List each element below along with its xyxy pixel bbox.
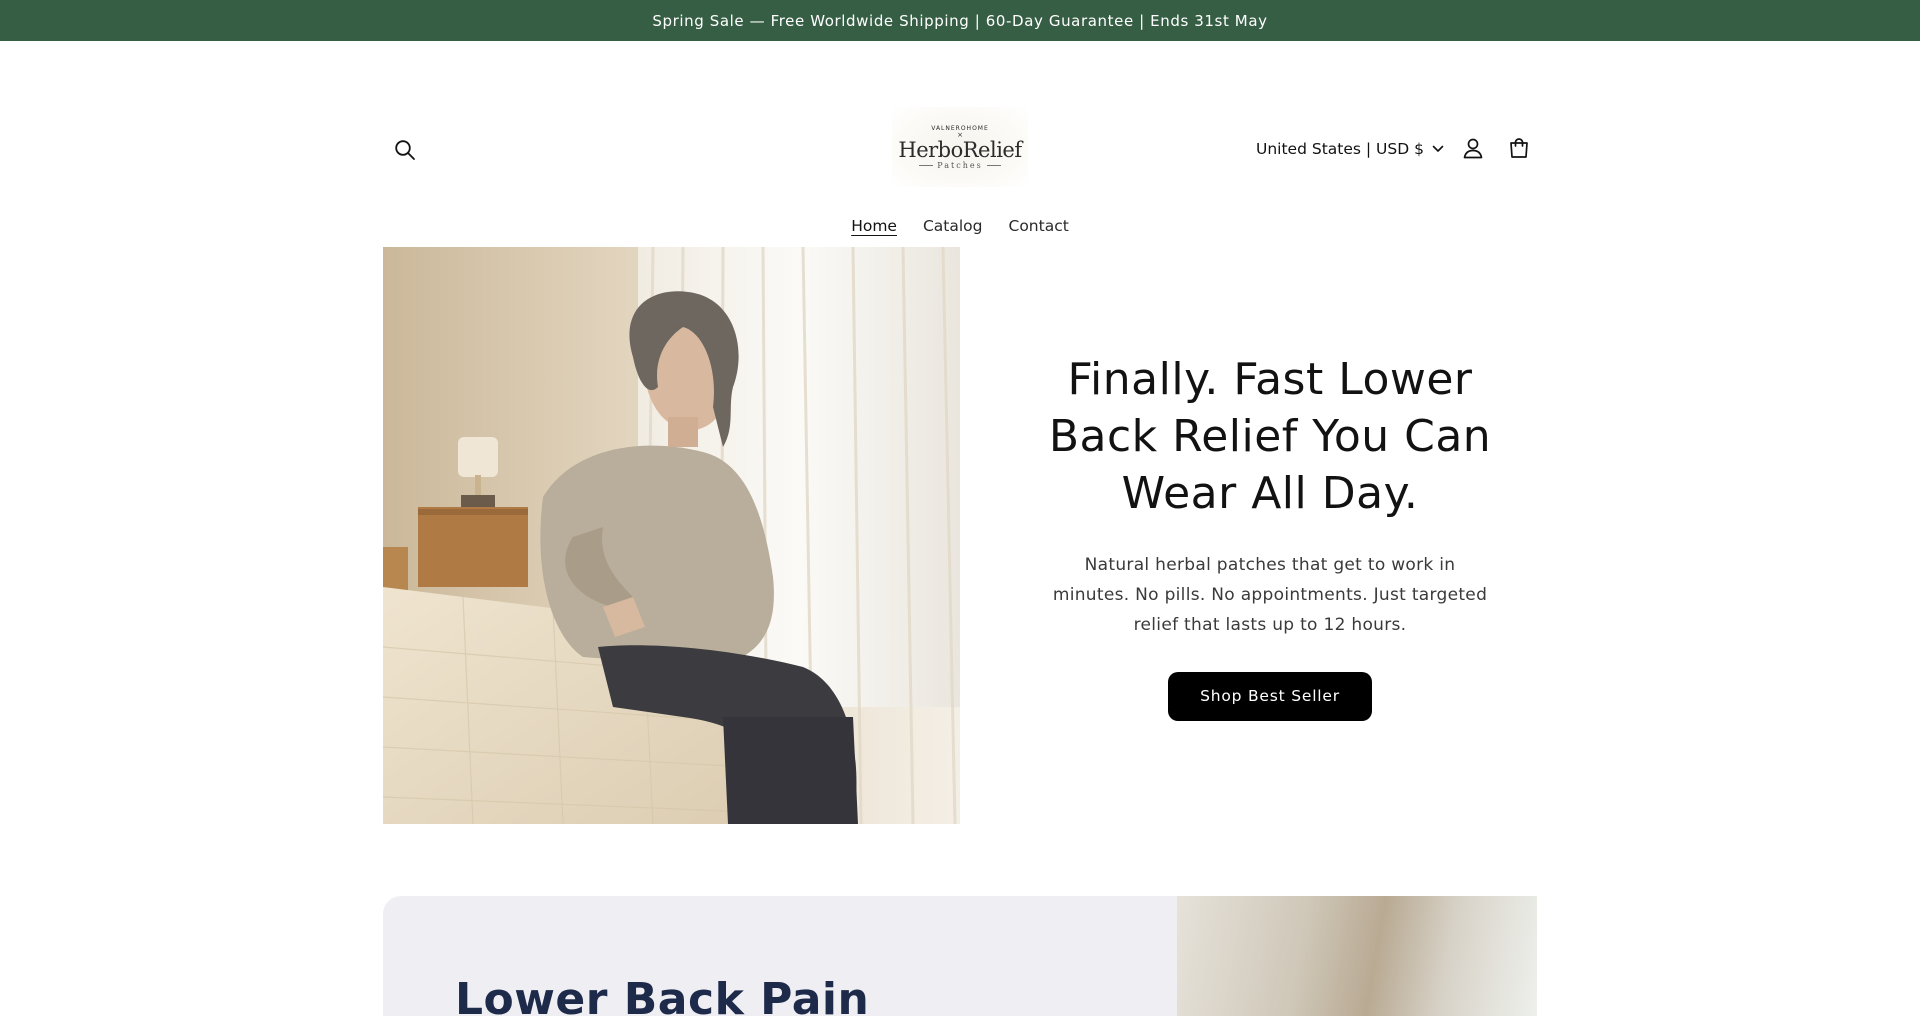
chevron-down-icon xyxy=(1432,145,1444,152)
nav-item-home[interactable]: Home xyxy=(851,217,897,235)
hero-content: Finally. Fast Lower Back Relief You Can … xyxy=(1003,247,1537,824)
localization-label: United States | USD $ xyxy=(1256,140,1424,158)
account-button[interactable] xyxy=(1458,133,1488,163)
account-icon xyxy=(1463,138,1483,159)
logo-brand-main: HerboRelief xyxy=(898,137,1022,162)
cart-icon xyxy=(1510,138,1528,158)
lower-back-pain-section: Lower Back Pain xyxy=(383,896,1537,1016)
section-title: Lower Back Pain xyxy=(455,974,870,1016)
section-image xyxy=(1177,896,1537,1016)
hero-title: Finally. Fast Lower Back Relief You Can … xyxy=(1048,353,1492,519)
logo-brand-sub-row: Patches xyxy=(919,160,1001,170)
hero-photo-woman-back-pain xyxy=(383,247,960,824)
logo-rule-right xyxy=(986,164,1001,166)
country-currency-selector[interactable]: United States | USD $ xyxy=(1256,135,1444,163)
search-icon xyxy=(395,140,415,160)
announcement-bar: Spring Sale — Free Worldwide Shipping | … xyxy=(0,0,1920,41)
cart-button[interactable] xyxy=(1504,133,1534,163)
hero-subtitle: Natural herbal patches that get to work … xyxy=(1052,554,1488,635)
logo-brand-sub: Patches xyxy=(937,160,983,170)
hero-section: Finally. Fast Lower Back Relief You Can … xyxy=(383,247,1537,824)
site-header: VALNEROHOME × HerboRelief Patches United… xyxy=(0,41,1920,235)
nav-item-catalog[interactable]: Catalog xyxy=(923,217,983,235)
nav-item-contact[interactable]: Contact xyxy=(1009,217,1069,235)
announcement-text: Spring Sale — Free Worldwide Shipping | … xyxy=(652,11,1268,30)
hero-image xyxy=(383,247,960,824)
search-button[interactable] xyxy=(389,134,421,166)
shop-best-seller-button[interactable]: Shop Best Seller xyxy=(1168,671,1372,721)
main-navigation: Home Catalog Contact xyxy=(0,217,1920,235)
site-logo[interactable]: VALNEROHOME × HerboRelief Patches xyxy=(892,107,1028,187)
logo-rule-left xyxy=(919,164,934,166)
